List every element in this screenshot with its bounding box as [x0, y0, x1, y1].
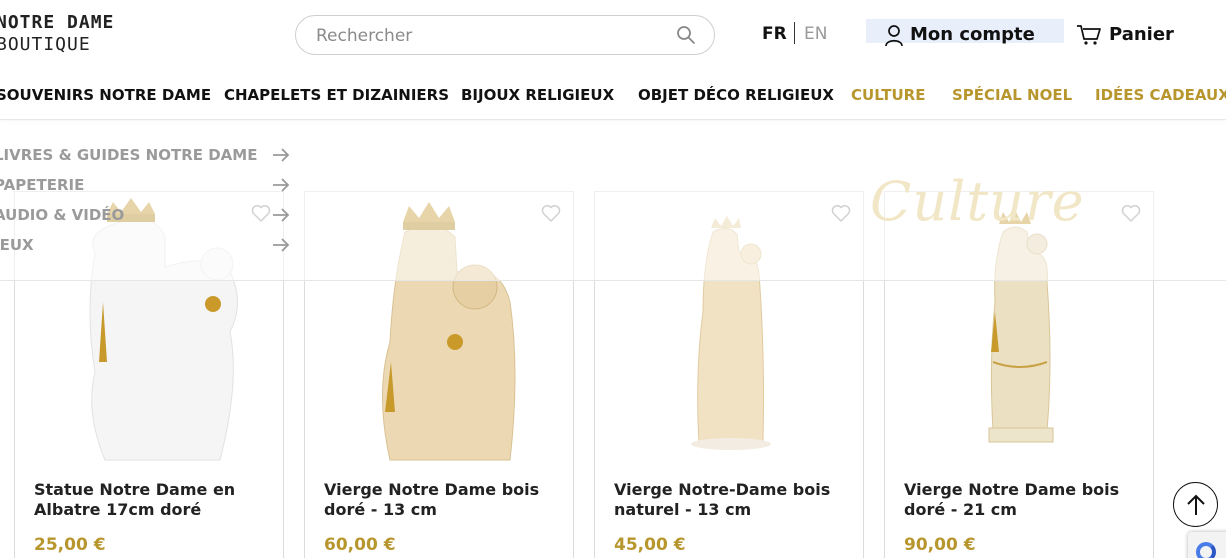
nav-culture[interactable]: CULTURE — [851, 86, 925, 104]
cart-icon — [1077, 25, 1101, 45]
product-card[interactable]: Vierge Notre Dame bois doré - 13 cm 60,0… — [304, 191, 574, 558]
arrow-right-icon — [273, 238, 290, 252]
arrow-right-icon — [273, 178, 290, 192]
product-title[interactable]: Vierge Notre-Dame bois naturel - 13 cm — [614, 480, 849, 520]
product-card[interactable]: Statue Notre Dame en Albatre 17cm doré 2… — [14, 191, 284, 558]
lang-fr-link[interactable]: FR — [762, 24, 787, 44]
cart-label: Panier — [1109, 24, 1174, 45]
submenu-item-papeterie[interactable]: PAPETERIE — [0, 176, 84, 194]
product-image[interactable] — [305, 192, 573, 462]
account-label: Mon compte — [910, 24, 1035, 45]
back-to-top-button[interactable] — [1173, 482, 1218, 527]
wishlist-heart-icon[interactable] — [251, 204, 271, 222]
arrow-up-icon — [1187, 494, 1205, 515]
main-nav: SOUVENIRS NOTRE DAME CHAPELETS ET DIZAIN… — [0, 72, 1226, 120]
search-input[interactable] — [316, 25, 656, 47]
product-title[interactable]: Vierge Notre Dame bois doré - 13 cm — [324, 480, 559, 520]
submenu-item-audio-video[interactable]: AUDIO & VIDÉO — [0, 206, 124, 224]
product-card[interactable]: Vierge Notre Dame bois doré - 21 cm 90,0… — [884, 191, 1154, 558]
product-price: 60,00 € — [324, 535, 396, 555]
site-logo[interactable]: NOTRE DAME BOUTIQUE — [0, 12, 156, 56]
user-icon — [885, 25, 903, 47]
search-box — [295, 15, 715, 55]
submenu-watermark: Culture — [870, 170, 1085, 233]
product-image[interactable] — [15, 192, 283, 462]
product-card[interactable]: Vierge Notre-Dame bois naturel - 13 cm 4… — [594, 191, 864, 558]
lang-en-link[interactable]: EN — [804, 24, 827, 44]
submenu-item-jeux[interactable]: JEUX — [0, 236, 34, 254]
nav-souvenirs[interactable]: SOUVENIRS NOTRE DAME — [0, 86, 211, 104]
wishlist-heart-icon[interactable] — [541, 204, 561, 222]
nav-idees-cadeaux[interactable]: IDÉES CADEAUX — [1095, 86, 1226, 104]
nav-special-noel[interactable]: SPÉCIAL NOEL — [952, 86, 1072, 104]
logo-line-2: BOUTIQUE — [0, 34, 91, 55]
product-title[interactable]: Statue Notre Dame en Albatre 17cm doré — [34, 480, 269, 520]
wishlist-heart-icon[interactable] — [1121, 204, 1141, 222]
nav-objet-deco[interactable]: OBJET DÉCO RELIGIEUX — [638, 86, 834, 104]
product-price: 25,00 € — [34, 535, 106, 555]
nav-chapelets[interactable]: CHAPELETS ET DIZAINIERS — [224, 86, 449, 104]
lang-divider — [794, 22, 795, 44]
recaptcha-badge[interactable] — [1188, 532, 1226, 558]
recaptcha-icon — [1196, 542, 1216, 558]
logo-line-1: NOTRE DAME — [0, 12, 115, 33]
submenu-item-livres[interactable]: LIVRES & GUIDES NOTRE DAME — [0, 146, 257, 164]
product-title[interactable]: Vierge Notre Dame bois doré - 21 cm — [904, 480, 1139, 520]
nav-bijoux[interactable]: BIJOUX RELIGIEUX — [461, 86, 614, 104]
arrow-right-icon — [273, 208, 290, 222]
product-price: 90,00 € — [904, 535, 976, 555]
search-icon[interactable] — [676, 25, 696, 45]
wishlist-heart-icon[interactable] — [831, 204, 851, 222]
product-price: 45,00 € — [614, 535, 686, 555]
account-button[interactable]: Mon compte — [866, 19, 1064, 47]
product-image[interactable] — [595, 192, 863, 462]
arrow-right-icon — [273, 148, 290, 162]
